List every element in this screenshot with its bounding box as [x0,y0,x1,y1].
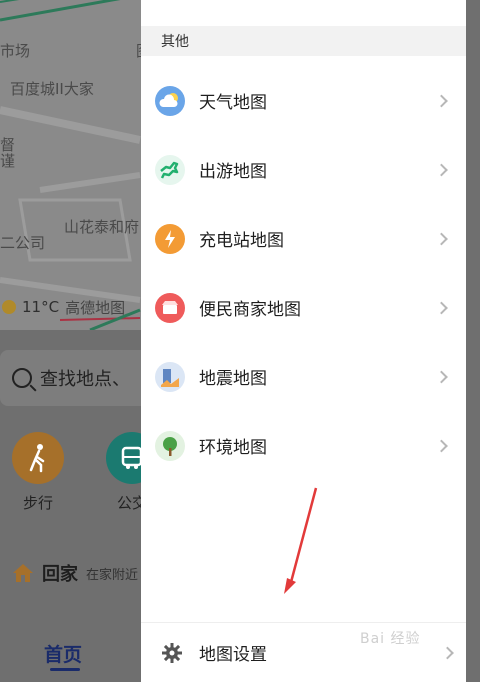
weather-temp: 11°C [22,298,60,316]
walk-icon [12,432,64,484]
map-label: 百度城II大家 [10,80,94,98]
menu-label: 出游地图 [199,162,267,182]
search-icon [12,368,32,388]
search-placeholder: 查找地点、 [40,369,130,390]
section-header: 其他 [141,26,466,56]
menu-label: 环境地图 [199,438,267,458]
charging-station-icon [155,223,185,254]
chevron-right-icon [441,646,454,659]
shortcut-walk[interactable]: 步行 [12,432,64,513]
menu-item-travel-map[interactable]: 出游地图 [141,135,466,204]
earthquake-icon [155,361,185,392]
watermark: Bai 经验 [360,631,421,647]
menu-label: 便民商家地图 [199,300,301,320]
horse-travel-icon [155,154,185,185]
map-label: 谨 [0,152,16,170]
menu-label: 天气地图 [199,93,267,113]
side-drawer: 其他 天气地图 出游地图 充电站地图 便民商家地图 地震地图 环境地图 地图设置 [141,0,466,682]
menu-item-charging-map[interactable]: 充电站地图 [141,204,466,273]
tab-active-indicator [50,668,80,671]
menu-item-weather-map[interactable]: 天气地图 [141,66,466,135]
sun-icon [2,300,16,314]
chevron-right-icon [435,370,448,383]
home-title: 回家 [42,564,78,585]
tree-icon [155,430,185,461]
menu-list: 天气地图 出游地图 充电站地图 便民商家地图 地震地图 环境地图 [141,66,466,480]
weather-widget[interactable]: 11°C 高德地图 [0,292,125,322]
house-icon [13,564,33,582]
dim-overlay-edge [466,0,480,682]
shop-pin-icon [155,292,185,323]
menu-label: 充电站地图 [199,231,284,251]
menu-item-environment-map[interactable]: 环境地图 [141,411,466,480]
map-label: 二公司 [0,234,46,252]
chevron-right-icon [435,232,448,245]
brand-label: 高德地图 [65,298,126,317]
map-label: 市场 [0,42,31,60]
home-subtitle: 在家附近 [86,567,139,583]
chevron-right-icon [435,163,448,176]
gear-icon [162,642,182,663]
weather-cloud-icon [155,85,185,116]
chevron-right-icon [435,439,448,452]
map-label: 山花泰和府 [64,218,140,236]
drawer-top [141,0,466,26]
shortcut-label: 步行 [22,494,53,512]
chevron-right-icon [435,94,448,107]
menu-label: 地震地图 [199,369,267,389]
section-title: 其他 [161,34,189,50]
menu-item-merchant-map[interactable]: 便民商家地图 [141,273,466,342]
home-entry[interactable]: 回家 在家附近 [12,560,138,586]
settings-label: 地图设置 [199,645,267,665]
tab-home[interactable]: 首页 [44,640,82,667]
menu-item-earthquake-map[interactable]: 地震地图 [141,342,466,411]
chevron-right-icon [435,301,448,314]
